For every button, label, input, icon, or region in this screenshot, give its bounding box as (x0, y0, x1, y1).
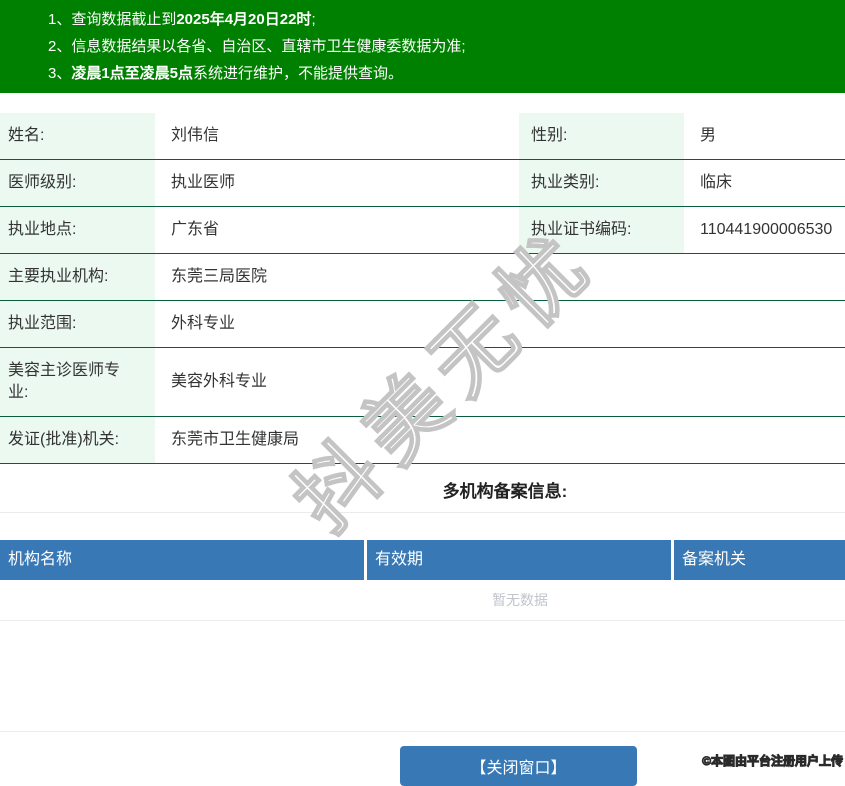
field-label-issuing-authority: 发证(批准)机关: (0, 416, 155, 464)
field-label-name: 姓名: (0, 113, 155, 160)
field-value-cosmetic-specialty: 美容外科专业 (155, 347, 845, 417)
close-window-button[interactable]: 【关闭窗口】 (400, 746, 637, 786)
notice-3-bold: 凌晨1点至凌晨5点 (71, 65, 194, 82)
field-value-name: 刘伟信 (155, 113, 519, 160)
notice-3-post: 系统进行维护，不能提供查询。 (193, 65, 404, 82)
notice-line-1: 1、查询数据截止到2025年4月20日22时; (48, 6, 835, 33)
table-row: 美容主诊医师专业: 美容外科专业 (0, 347, 845, 417)
divider (0, 731, 845, 732)
field-label-scope: 执业范围: (0, 300, 155, 348)
field-value-scope: 外科专业 (155, 300, 845, 348)
field-label-cosmetic-specialty: 美容主诊医师专业: (0, 347, 155, 417)
filing-table-header: 机构名称 有效期 备案机关 (0, 540, 845, 580)
field-label-location: 执业地点: (0, 206, 155, 254)
notice-line-2: 2、信息数据结果以各省、自治区、直辖市卫生健康委数据为准; (48, 33, 835, 60)
field-value-location: 广东省 (155, 206, 519, 254)
table-row: 医师级别: 执业医师 执业类别: 临床 (0, 159, 845, 207)
notice-line-3: 3、凌晨1点至凌晨5点系统进行维护，不能提供查询。 (48, 60, 835, 87)
column-header-validity-period: 有效期 (367, 540, 671, 580)
field-label-cert-number: 执业证书编码: (519, 206, 684, 254)
field-value-issuing-authority: 东莞市卫生健康局 (155, 416, 845, 464)
table-row: 主要执业机构: 东莞三局医院 (0, 253, 845, 301)
field-label-gender: 性别: (519, 113, 684, 160)
table-row: 发证(批准)机关: 东莞市卫生健康局 (0, 416, 845, 464)
field-label-level: 医师级别: (0, 159, 155, 207)
table-row: 执业地点: 广东省 执业证书编码: 110441900006530 (0, 206, 845, 254)
notice-1-bold: 2025年4月20日22时 (176, 11, 312, 28)
notice-1-text: 1、查询数据截止到 (48, 11, 177, 28)
field-label-category: 执业类别: (519, 159, 684, 207)
practitioner-info-table: 姓名: 刘伟信 性别: 男 医师级别: 执业医师 执业类别: 临床 执业地点: … (0, 113, 845, 464)
notice-1-post: ; (311, 11, 316, 28)
multi-institution-section-title: 多机构备案信息: (442, 482, 568, 501)
column-header-institution-name: 机构名称 (0, 540, 364, 580)
table-row: 姓名: 刘伟信 性别: 男 (0, 113, 845, 160)
column-header-filing-authority: 备案机关 (674, 540, 845, 580)
field-value-level: 执业医师 (155, 159, 519, 207)
field-value-category: 临床 (684, 159, 845, 207)
notice-3-text: 3、 (48, 65, 72, 82)
field-value-main-institution: 东莞三局医院 (155, 253, 845, 301)
upload-credit-watermark: ©本图由平台注册用户上传 (702, 754, 844, 769)
field-value-cert-number: 110441900006530 (684, 206, 845, 254)
notice-banner: 1、查询数据截止到2025年4月20日22时; 2、信息数据结果以各省、自治区、… (0, 0, 845, 93)
field-value-gender: 男 (684, 113, 845, 160)
divider (0, 512, 845, 513)
field-label-main-institution: 主要执业机构: (0, 253, 155, 301)
no-data-message: 暂无数据 (492, 592, 548, 608)
table-row: 执业范围: 外科专业 (0, 300, 845, 348)
notice-2-text: 2、信息数据结果以各省、自治区、直辖市卫生健康委数据为准; (48, 38, 466, 55)
